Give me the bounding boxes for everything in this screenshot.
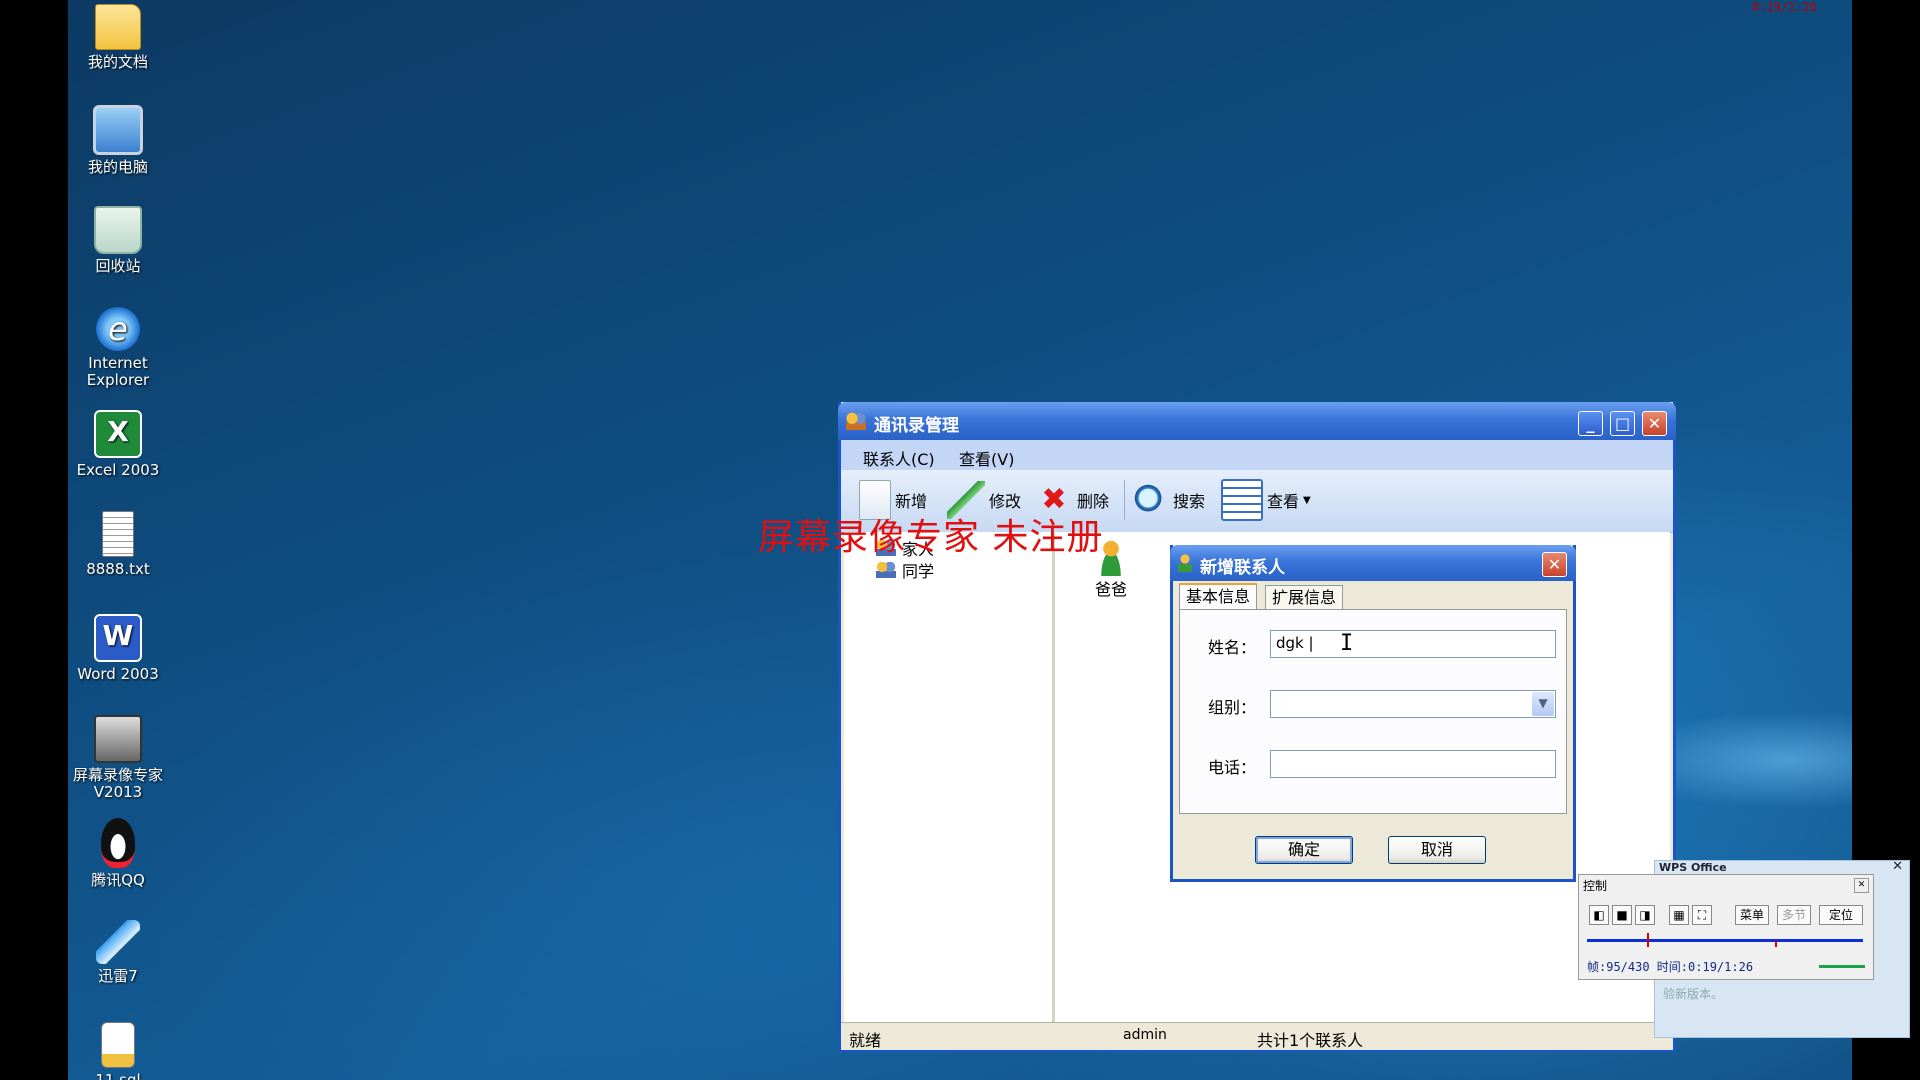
screen-recorder-icon bbox=[94, 715, 142, 763]
recorder-control-panel[interactable]: 控制 ✕ ◧ ■ ◨ ▦ ⛶ 菜单 多节 定位 帧:95/430 时间:0:19… bbox=[1578, 874, 1874, 980]
computer-icon bbox=[93, 105, 143, 155]
control-panel-title: 控制 bbox=[1583, 879, 1608, 893]
chevron-down-icon: ▼ bbox=[1303, 494, 1311, 506]
fit-screen-button[interactable]: ▦ bbox=[1669, 905, 1689, 925]
name-label: 姓名： bbox=[1208, 638, 1257, 657]
prev-frame-button[interactable]: ◧ bbox=[1589, 905, 1609, 925]
fullscreen-button[interactable]: ⛶ bbox=[1692, 905, 1712, 925]
desktop-icon-8888-txt[interactable]: 8888.txt bbox=[70, 511, 166, 578]
word-icon: W bbox=[94, 614, 142, 662]
wps-logo: WPS Office bbox=[1659, 861, 1727, 874]
status-text: 就绪 bbox=[849, 1031, 882, 1050]
text-cursor-icon: I bbox=[1340, 631, 1354, 656]
contacts-app-icon bbox=[846, 412, 866, 430]
qq-icon bbox=[101, 818, 135, 868]
next-frame-button[interactable]: ◨ bbox=[1635, 905, 1655, 925]
person-icon bbox=[1178, 554, 1192, 572]
end-marker bbox=[1775, 941, 1777, 947]
dialog-title-bar[interactable]: 新增联系人 ✕ bbox=[1170, 545, 1576, 581]
excel-icon: X bbox=[94, 410, 142, 458]
dialog-close-button[interactable]: ✕ bbox=[1542, 552, 1567, 577]
toolbar-separator bbox=[1124, 480, 1125, 520]
name-input[interactable]: dgk | bbox=[1270, 630, 1556, 658]
multi-section-button[interactable]: 多节 bbox=[1777, 905, 1811, 925]
control-close-icon[interactable]: ✕ bbox=[1854, 878, 1869, 893]
desktop-icon-sql-file[interactable]: 11.sql bbox=[70, 1022, 166, 1080]
ok-button[interactable]: 确定 bbox=[1255, 836, 1353, 864]
window-title-bar[interactable]: 通讯录管理 _ □ ✕ bbox=[838, 402, 1676, 440]
recorder-watermark: 屏幕录像专家 未注册 bbox=[758, 517, 1104, 558]
desktop-icon-screen-recorder[interactable]: 屏幕录像专家V2013 bbox=[70, 715, 166, 801]
group-select[interactable]: ▼ bbox=[1270, 690, 1556, 718]
recording-timer: 0:19/1:26 bbox=[1752, 0, 1818, 14]
folder-icon bbox=[95, 4, 141, 50]
menu-button[interactable]: 菜单 bbox=[1735, 905, 1769, 925]
text-file-icon bbox=[102, 511, 134, 557]
tab-extended-info[interactable]: 扩展信息 bbox=[1265, 585, 1344, 610]
desktop-icon-excel[interactable]: X Excel 2003 bbox=[70, 410, 166, 479]
status-user: admin bbox=[1123, 1027, 1167, 1043]
sql-file-icon bbox=[101, 1022, 135, 1068]
desktop-icon-qq[interactable]: 腾讯QQ bbox=[70, 818, 166, 889]
chevron-down-icon[interactable]: ▼ bbox=[1532, 692, 1554, 716]
magnifier-icon bbox=[1131, 481, 1169, 519]
wps-close-icon[interactable]: ✕ bbox=[1892, 859, 1903, 874]
volume-slider[interactable] bbox=[1819, 965, 1865, 968]
phone-input[interactable] bbox=[1270, 750, 1556, 778]
playback-track[interactable] bbox=[1587, 939, 1863, 942]
add-contact-dialog[interactable]: 新增联系人 ✕ 基本信息 扩展信息 姓名： dgk | 组别： ▼ 电话： 确定… bbox=[1170, 545, 1576, 882]
desktop-icon-my-computer[interactable]: 我的电脑 bbox=[70, 105, 166, 176]
tree-item-classmates[interactable]: 同学 bbox=[876, 558, 934, 582]
locate-button[interactable]: 定位 bbox=[1819, 905, 1863, 925]
dialog-title: 新增联系人 bbox=[1200, 558, 1285, 578]
stop-button[interactable]: ■ bbox=[1612, 905, 1632, 925]
playhead-marker[interactable] bbox=[1647, 933, 1649, 947]
frame-time-info: 帧:95/430 时间:0:19/1:26 bbox=[1587, 960, 1754, 974]
ie-icon: e bbox=[96, 307, 140, 351]
desktop-icon-xunlei[interactable]: 迅雷7 bbox=[70, 920, 166, 985]
wps-note: 验新版本。 bbox=[1663, 987, 1724, 1001]
close-button[interactable]: ✕ bbox=[1642, 411, 1667, 436]
minimize-button[interactable]: _ bbox=[1578, 411, 1603, 436]
group-label: 组别： bbox=[1208, 698, 1257, 717]
menu-view[interactable]: 查看(V) bbox=[959, 446, 1014, 470]
recycle-bin-icon bbox=[94, 206, 142, 254]
window-title: 通讯录管理 bbox=[874, 416, 959, 436]
desktop-icon-internet-explorer[interactable]: e Internet Explorer bbox=[70, 307, 166, 389]
xunlei-icon bbox=[96, 920, 140, 964]
menu-contacts[interactable]: 联系人(C) bbox=[863, 446, 935, 470]
cancel-button[interactable]: 取消 bbox=[1388, 836, 1486, 864]
desktop-icon-word[interactable]: W Word 2003 bbox=[70, 614, 166, 683]
search-button[interactable]: 搜索 bbox=[1131, 480, 1205, 520]
phone-label: 电话： bbox=[1208, 758, 1257, 777]
view-dropdown-button[interactable]: 查看 ▼ bbox=[1221, 479, 1311, 521]
tab-basic-info[interactable]: 基本信息 bbox=[1179, 583, 1258, 611]
status-bar: 就绪 admin 共计1个联系人 bbox=[841, 1022, 1673, 1050]
group-icon bbox=[876, 562, 896, 578]
list-view-icon bbox=[1221, 479, 1263, 521]
group-tree: 家人 同学 bbox=[844, 532, 1055, 1022]
basic-info-panel: 姓名： dgk | 组别： ▼ 电话： bbox=[1179, 609, 1567, 814]
status-count: 共计1个联系人 bbox=[1257, 1031, 1364, 1050]
menu-bar: 联系人(C) 查看(V) bbox=[841, 440, 1673, 470]
desktop-icon-recycle-bin[interactable]: 回收站 bbox=[70, 206, 166, 275]
desktop-icon-my-documents[interactable]: 我的文档 bbox=[70, 4, 166, 71]
maximize-button[interactable]: □ bbox=[1610, 411, 1635, 436]
